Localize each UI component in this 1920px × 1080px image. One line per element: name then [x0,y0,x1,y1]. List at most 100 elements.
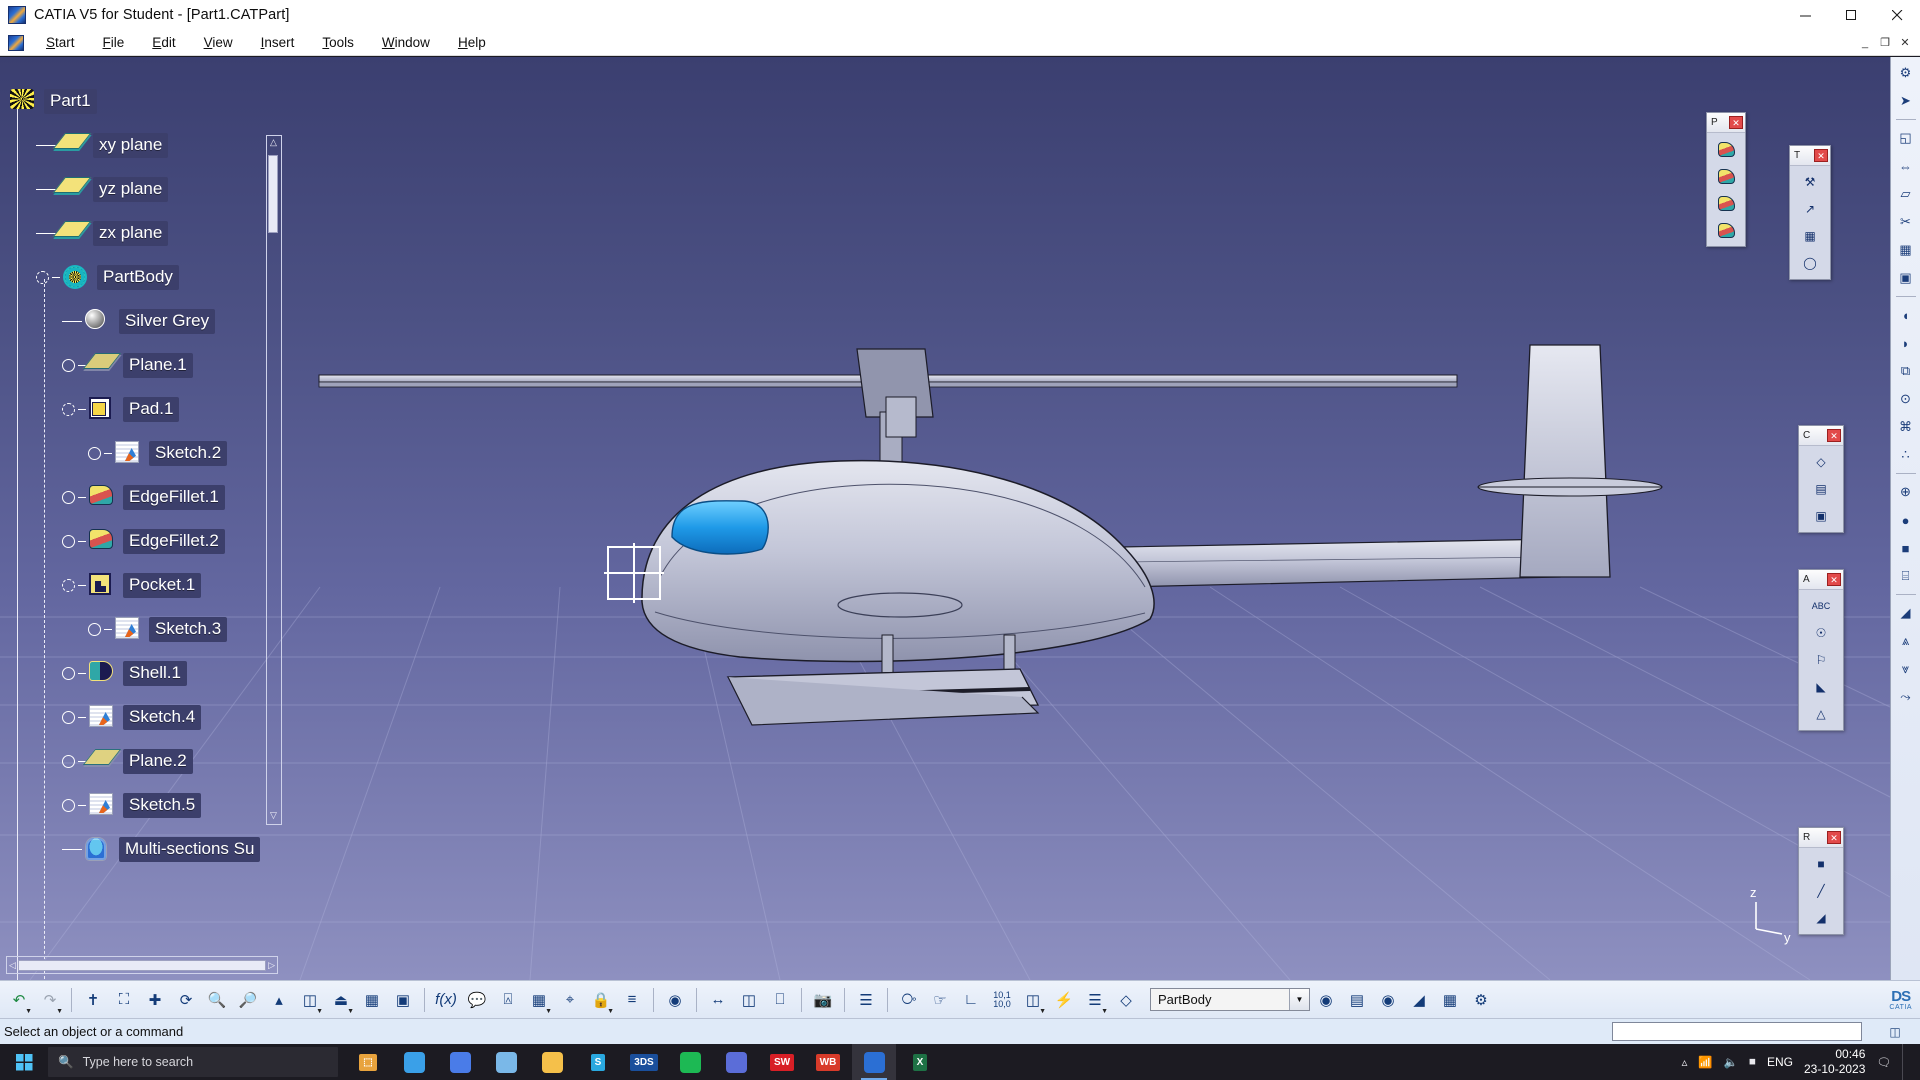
resize-grip-icon[interactable]: ◫ [1882,1023,1908,1041]
spiral-icon[interactable]: ⧂ [894,984,924,1016]
abc-icon[interactable]: ABC [1808,594,1834,618]
scrollbar-thumb[interactable] [268,155,278,233]
material-icon[interactable]: ◉ [660,984,690,1016]
extrapolate-icon[interactable]: ⤳ [1894,685,1918,709]
teams-icon[interactable] [714,1044,758,1080]
pocket-icon[interactable] [1713,164,1739,188]
camera-icon[interactable]: 📷 [808,984,838,1016]
notification-center-icon[interactable]: 🗨 [1876,1055,1891,1069]
shaft-icon[interactable] [1713,191,1739,215]
balloon-icon[interactable]: ☉ [1808,621,1834,645]
plane-icon[interactable]: ▱ [1894,182,1918,206]
tools-toolbar[interactable]: T ✕ ⚒ ↗ ▦ ◯ [1789,145,1831,280]
taskbar-clock[interactable]: 00:46 23-10-2023 [1804,1047,1865,1077]
annotations-toolbar[interactable]: A ✕ ABC ☉ ⚐ ◣ △ [1798,569,1844,731]
whiteboard-icon[interactable]: WB [806,1044,850,1080]
scrollbar-track[interactable] [266,135,282,825]
power-copy-icon[interactable]: ⚡ [1049,984,1079,1016]
expand-handle[interactable] [88,622,101,636]
pan-icon[interactable]: ✚ [140,984,170,1016]
specification-tree[interactable]: Part1 xy plane yz plane zx plane PartBody Sil… [0,57,296,980]
equal-icon[interactable]: ≡ [617,984,647,1016]
excel-icon[interactable]: X [898,1044,942,1080]
measure-item-icon[interactable]: ◫ [734,984,764,1016]
flag-icon[interactable]: ⚐ [1808,648,1834,672]
scroll-down-icon[interactable]: ▽ [267,810,280,823]
shell-icon[interactable]: ◗ [1894,331,1918,355]
tree-horizontal-scrollbar[interactable]: ◁ ▷ [6,956,278,974]
task-view-icon[interactable]: ⬚ [346,1044,390,1080]
gem-app-icon[interactable] [484,1044,528,1080]
language-indicator[interactable]: ENG [1767,1055,1793,1069]
tree-vertical-scrollbar[interactable]: △ ▽ [266,135,282,825]
toolbar-title-bar[interactable]: A ✕ [1799,570,1843,590]
bottom-toolbar[interactable]: ↶ ▼ ↷ ▼ ✝ ⛶ ✚ ⟳ 🔍 🔎 ▴ ◫ ▼ ⏏ ▼ ▦ ▣ f(x) 💬 ⍓ ▦… [0,980,1920,1018]
solidworks-icon[interactable]: SW [760,1044,804,1080]
shading-icon[interactable]: ▦ [357,984,387,1016]
tree-node-xy-plane[interactable]: xy plane [0,123,296,167]
box-icon[interactable]: ■ [1894,536,1918,560]
workbench-icon-5[interactable]: ▦ [1435,984,1465,1016]
toolbar-title-bar[interactable]: T ✕ [1790,146,1830,166]
draft-analysis-icon[interactable]: ☰ [851,984,881,1016]
close-icon[interactable]: ✕ [1827,573,1841,586]
fit-all-icon[interactable]: ⛶ [109,984,139,1016]
redo-icon[interactable]: ↷ ▼ [35,984,65,1016]
mdi-close-button[interactable]: ✕ [1896,34,1914,52]
surface-icon[interactable]: ◢ [1808,906,1834,930]
search-input[interactable]: 🔍 Type here to search [48,1047,338,1077]
surface-icon[interactable]: ◢ [1894,601,1918,625]
pattern-icon[interactable]: ∴ [1894,443,1918,467]
gear-icon[interactable]: ⚙ [1894,61,1918,85]
axis-icon[interactable]: ↗ [1797,197,1823,221]
expand-handle[interactable] [62,754,75,768]
battery-icon[interactable]: ■ [1749,1056,1756,1068]
tree-node-yz-plane[interactable]: yz plane [0,167,296,211]
show-hidden-icons-icon[interactable]: ▵ [1682,1055,1688,1069]
measure-inertia-icon[interactable]: ⎕ [765,984,795,1016]
workbench-icon-3[interactable]: ◉ [1373,984,1403,1016]
thread-icon[interactable]: ⊙ [1894,387,1918,411]
expand-handle[interactable] [88,446,101,460]
grid-icon[interactable]: ▦ [1797,224,1823,248]
update-icon[interactable]: ⚒ [1797,170,1823,194]
edge-browser-icon[interactable] [392,1044,436,1080]
fillet-icon[interactable]: ◖ [1894,303,1918,327]
shading-edges-icon[interactable]: ▣ [388,984,418,1016]
constraint-icon[interactable]: ◇ [1808,450,1834,474]
list-icon[interactable]: ☰ ▼ [1080,984,1110,1016]
maximize-button[interactable] [1828,0,1874,30]
mirror-icon[interactable]: ⌘ [1894,415,1918,439]
pad-icon[interactable]: ▦ [1894,238,1918,262]
close-icon[interactable]: ✕ [1729,116,1743,129]
skype-icon[interactable]: S [576,1044,620,1080]
tree-node-zx-plane[interactable]: zx plane [0,211,296,255]
normal-view-icon[interactable]: ▴ [264,984,294,1016]
close-icon[interactable]: ✕ [1814,149,1828,162]
speaker-icon[interactable]: 🔈 [1724,1055,1738,1069]
close-icon[interactable]: ✕ [1827,831,1841,844]
scale-icon[interactable]: ⊕ [1894,480,1918,504]
groove-icon[interactable] [1713,218,1739,242]
expand-handle[interactable] [62,358,75,372]
cylinder-icon[interactable]: ⌸ [1894,564,1918,588]
comment-icon[interactable]: 💬 [462,984,492,1016]
menu-window[interactable]: Window [368,32,444,53]
close-button[interactable] [1874,0,1920,30]
code-editor-icon[interactable] [438,1044,482,1080]
active-body-dropdown[interactable]: PartBody ▼ [1150,988,1310,1011]
wifi-icon[interactable]: 📶 [1698,1055,1712,1069]
window-icon[interactable]: ▣ [1808,504,1834,528]
tree-root-node[interactable]: Part1 [0,79,296,123]
line-icon[interactable]: ╱ [1808,879,1834,903]
workbench-icon-6[interactable]: ⚙ [1466,984,1496,1016]
expand-handle[interactable] [62,578,75,592]
mdi-restore-button[interactable]: ❐ [1876,34,1894,52]
command-input[interactable] [1612,1022,1862,1041]
graph-icon[interactable]: ⌖ [555,984,585,1016]
split-icon[interactable]: ⩔ [1894,657,1918,681]
menu-edit[interactable]: Edit [138,32,189,53]
cut-icon[interactable]: ✂ [1894,210,1918,234]
scrollbar-thumb-h[interactable] [17,959,267,971]
solid-combine-icon[interactable]: ◫ ▼ [1018,984,1048,1016]
